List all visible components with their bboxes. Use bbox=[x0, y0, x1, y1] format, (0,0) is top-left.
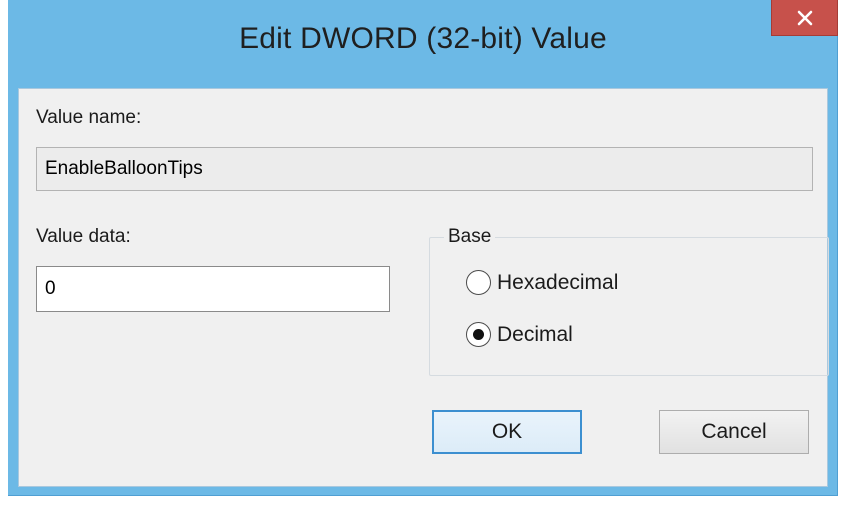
radio-decimal-label: Decimal bbox=[497, 322, 573, 346]
radio-decimal[interactable]: Decimal bbox=[466, 322, 573, 347]
base-group-label: Base bbox=[444, 226, 496, 248]
radio-selected-icon[interactable] bbox=[466, 322, 491, 347]
value-name-text: EnableBalloonTips bbox=[45, 158, 203, 179]
cancel-button[interactable]: Cancel bbox=[659, 410, 809, 454]
radio-dot bbox=[473, 329, 484, 340]
value-data-input[interactable]: 0 bbox=[36, 266, 390, 312]
radio-unselected-icon[interactable] bbox=[466, 270, 491, 295]
radio-hexadecimal[interactable]: Hexadecimal bbox=[466, 270, 618, 295]
close-icon bbox=[797, 10, 812, 25]
dialog-title: Edit DWORD (32-bit) Value bbox=[239, 22, 607, 55]
edit-dword-dialog: Edit DWORD (32-bit) Value Value name: En… bbox=[8, 0, 838, 496]
value-data-label: Value data: bbox=[36, 226, 131, 247]
ok-button[interactable]: OK bbox=[432, 410, 582, 454]
base-group: Base Hexadecimal Decimal bbox=[429, 226, 829, 376]
value-data-text: 0 bbox=[45, 278, 56, 299]
value-name-field: EnableBalloonTips bbox=[36, 147, 813, 191]
close-button[interactable] bbox=[771, 0, 838, 36]
title-bar[interactable]: Edit DWORD (32-bit) Value bbox=[8, 0, 838, 88]
value-name-label: Value name: bbox=[36, 107, 142, 128]
radio-hexadecimal-label: Hexadecimal bbox=[497, 270, 619, 294]
dialog-body: Value name: EnableBalloonTips Value data… bbox=[18, 88, 829, 487]
